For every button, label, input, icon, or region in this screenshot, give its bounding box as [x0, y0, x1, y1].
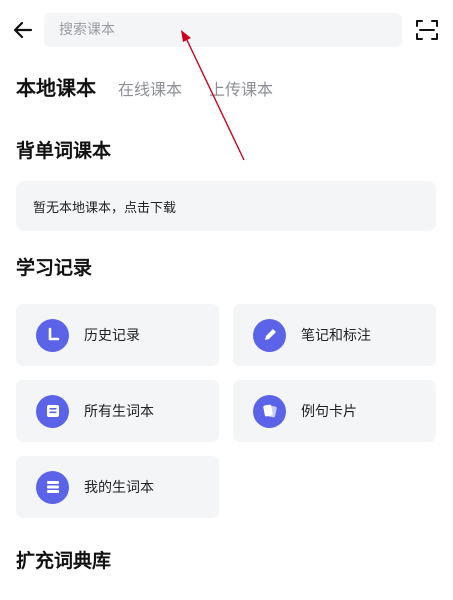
empty-textbook-notice[interactable]: 暂无本地课本，点击下载	[16, 181, 436, 231]
section-title-dictionaries: 扩充词典库	[16, 550, 112, 572]
pencil-icon	[253, 318, 286, 352]
history-card[interactable]: 历史记录	[16, 304, 219, 366]
example-cards-card[interactable]: 例句卡片	[233, 380, 436, 442]
cards-icon	[253, 394, 286, 428]
tab-local-textbooks[interactable]: 本地课本	[16, 72, 96, 101]
scan-icon[interactable]	[415, 18, 439, 42]
section-title-vocab-books: 背单词课本	[16, 140, 112, 162]
my-wordbook-card[interactable]: 我的生词本	[16, 456, 219, 518]
tab-online-textbooks[interactable]: 在线课本	[118, 76, 182, 100]
textbook-tabs: 本地课本 在线课本 上传课本	[16, 72, 300, 102]
all-wordbooks-label: 所有生词本	[84, 404, 154, 420]
tab-upload-textbooks[interactable]: 上传课本	[209, 76, 273, 100]
history-label: 历史记录	[84, 328, 140, 344]
notes-card[interactable]: 笔记和标注	[233, 304, 436, 366]
list-icon	[36, 470, 69, 504]
back-arrow-icon[interactable]	[10, 16, 38, 44]
section-title-study-records: 学习记录	[16, 257, 93, 279]
empty-notice-text: 暂无本地课本，点击下载	[33, 200, 177, 216]
search-bar[interactable]	[44, 13, 402, 47]
clock-icon	[36, 318, 69, 352]
example-cards-label: 例句卡片	[301, 404, 357, 420]
search-input[interactable]	[57, 21, 381, 39]
my-wordbook-label: 我的生词本	[84, 480, 154, 496]
all-wordbooks-card[interactable]: 所有生词本	[16, 380, 219, 442]
textbook-page: 本地课本 在线课本 上传课本 背单词课本 暂无本地课本，点击下载 学习记录 历史…	[0, 0, 453, 600]
notes-label: 笔记和标注	[301, 328, 371, 344]
top-bar	[0, 0, 453, 60]
notebook-icon	[36, 394, 69, 428]
